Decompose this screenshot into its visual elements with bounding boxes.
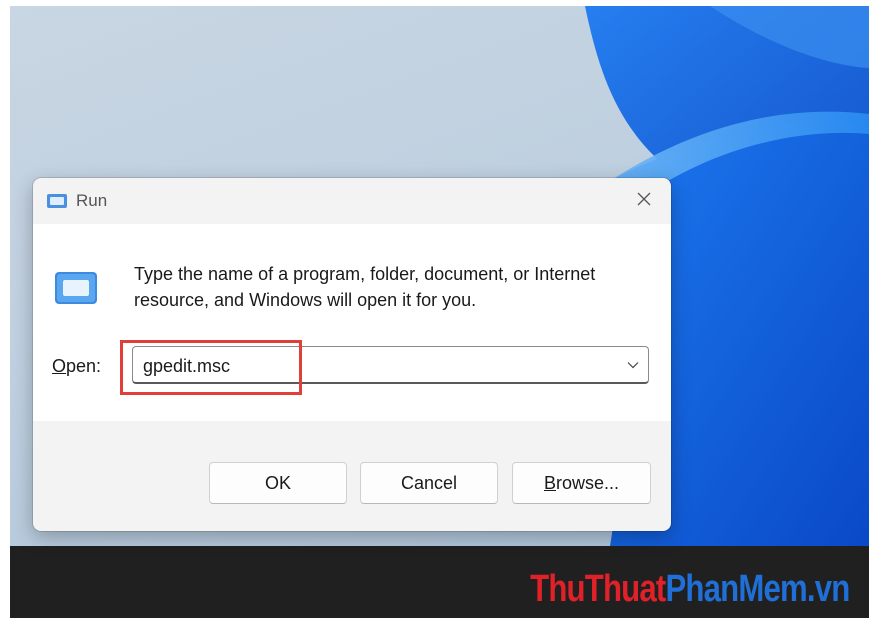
open-label: Open: [52,356,101,377]
cancel-button[interactable]: Cancel [360,462,498,504]
chevron-down-icon [627,356,639,374]
browse-button[interactable]: Browse... [512,462,651,504]
browse-accesskey: B [543,473,556,493]
dialog-title: Run [76,191,108,210]
site-watermark: ThuThuatPhanMem.vn [529,568,850,611]
browse-label-rest: rowse... [555,473,620,493]
open-combobox[interactable] [132,346,649,384]
watermark-part-red: ThuThuat [529,568,666,610]
run-app-icon [46,193,68,214]
program-icon [53,270,99,311]
open-input[interactable] [143,353,613,379]
ok-button[interactable]: OK [209,462,347,504]
open-label-rest: pen: [66,356,102,376]
close-icon [636,191,652,212]
dialog-titlebar[interactable]: Run [33,178,671,224]
watermark-part-blue: PhanMem [664,568,807,610]
watermark-suffix: .vn [806,568,849,610]
taskbar: ThuThuatPhanMem.vn [10,546,869,618]
dialog-description: Type the name of a program, folder, docu… [134,264,596,310]
run-dialog: Run Type the name of a program, folder, … [33,178,671,531]
open-dropdown-button[interactable] [622,355,644,375]
close-button[interactable] [625,186,663,216]
desktop-screen: ThuThuatPhanMem.vn Run Type the name of … [10,6,869,618]
open-label-accesskey: O [52,356,67,376]
dialog-content: Type the name of a program, folder, docu… [33,224,671,421]
